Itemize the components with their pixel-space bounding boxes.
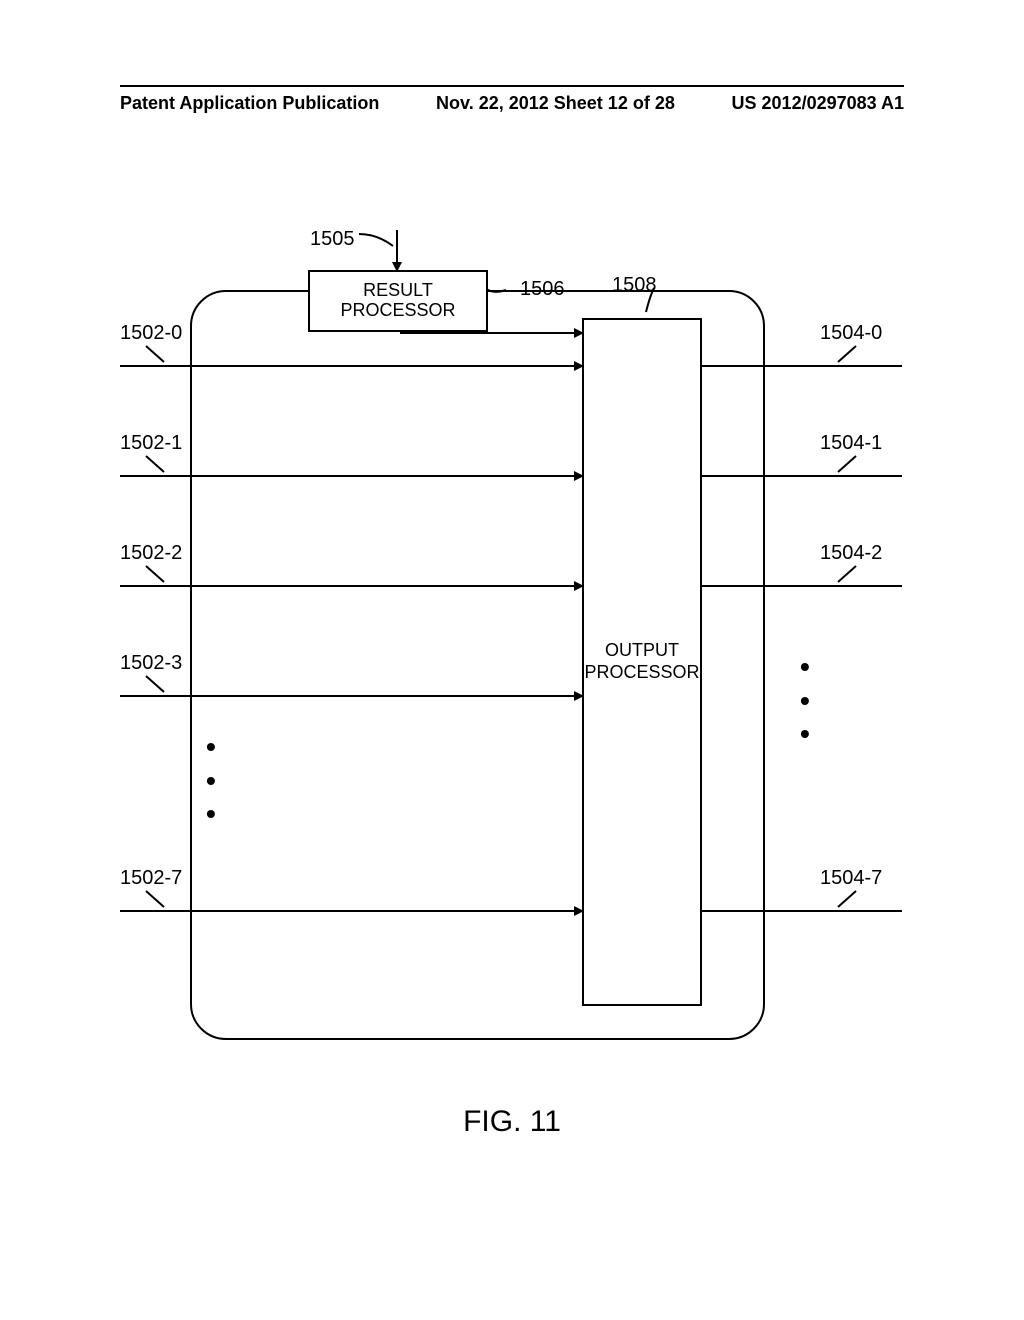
label-1502-0: 1502-0 <box>120 322 182 345</box>
label-1505-text: 1505 <box>310 228 355 250</box>
arrow-1505 <box>396 230 398 270</box>
input-ellipsis-icon: ••• <box>206 730 216 831</box>
output-line-0 <box>702 365 902 367</box>
label-1504-1: 1504-1 <box>820 432 882 455</box>
leader-1504-2-icon <box>832 564 862 584</box>
figure-caption: FIG. 11 <box>0 1105 1024 1139</box>
result-processor-block: RESULT PROCESSOR <box>308 270 488 332</box>
input-line-3 <box>120 695 582 697</box>
header-left: Patent Application Publication <box>120 93 379 114</box>
leader-1502-1-icon <box>142 454 172 474</box>
input-line-1 <box>120 475 582 477</box>
leader-1502-7-icon <box>142 889 172 909</box>
leader-1506-icon <box>488 288 528 290</box>
output-processor-label: OUTPUT PROCESSOR <box>584 640 700 683</box>
figure-canvas: 1505 RESULT PROCESSOR 1506 1508 OUTPUT P… <box>120 230 904 1050</box>
output-line-7 <box>702 910 902 912</box>
label-1502-7: 1502-7 <box>120 867 182 890</box>
leader-1504-0-icon <box>832 344 862 364</box>
leader-1508-icon <box>640 284 670 314</box>
label-1502-1: 1502-1 <box>120 432 182 455</box>
leader-1502-3-icon <box>142 674 172 694</box>
input-line-7 <box>120 910 582 912</box>
input-line-0 <box>120 365 582 367</box>
connector-result-to-output <box>400 332 582 334</box>
leader-1502-0-icon <box>142 344 172 364</box>
label-1505: 1505 <box>310 228 355 251</box>
input-line-2 <box>120 585 582 587</box>
leader-1504-1-icon <box>832 454 862 474</box>
publication-header: Patent Application Publication Nov. 22, … <box>120 85 904 114</box>
header-center: Nov. 22, 2012 Sheet 12 of 28 <box>436 93 675 114</box>
output-ellipsis-icon: ••• <box>800 650 810 751</box>
output-line-1 <box>702 475 902 477</box>
label-1502-2: 1502-2 <box>120 542 182 565</box>
leader-1505-icon <box>357 232 397 250</box>
leader-1502-2-icon <box>142 564 172 584</box>
leader-1504-7-icon <box>832 889 862 909</box>
header-right: US 2012/0297083 A1 <box>732 93 904 114</box>
output-processor-block: OUTPUT PROCESSOR <box>582 318 702 1006</box>
label-1502-3: 1502-3 <box>120 652 182 675</box>
label-1504-7: 1504-7 <box>820 867 882 890</box>
label-1504-2: 1504-2 <box>820 542 882 565</box>
label-1504-0: 1504-0 <box>820 322 882 345</box>
output-line-2 <box>702 585 902 587</box>
result-processor-label: RESULT PROCESSOR <box>310 281 486 321</box>
